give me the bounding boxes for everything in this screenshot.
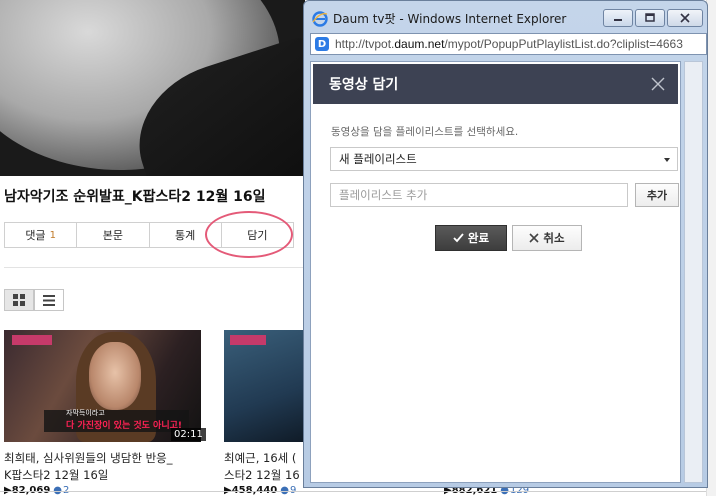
tab-stats[interactable]: 통계 (150, 223, 222, 247)
popup-scrollbar[interactable] (684, 61, 703, 483)
url-path: /mypot/PopupPutPlaylistList.do?cliplist=… (444, 37, 683, 51)
thumbnail-caption-bottom: 다 가진장이 있는 것도 아니고! (66, 421, 182, 431)
tab-comments-label: 댓글 (25, 229, 46, 242)
tab-save-label: 담기 (247, 229, 268, 242)
cancel-label: 취소 (543, 231, 565, 245)
video-title: 남자악기조 순위발표_K팝스타2 12월 16일 (4, 189, 266, 205)
tab-comments[interactable]: 댓글 1 (5, 223, 78, 247)
check-icon (453, 233, 464, 243)
cancel-button[interactable]: 취소 (512, 225, 582, 251)
list-icon (43, 294, 55, 306)
popup-content: 동영상 담기 동영상을 담을 플레이리스트를 선택하세요. 새 플레이리스트 추… (310, 61, 681, 483)
list-view-button[interactable] (34, 289, 64, 311)
maximize-icon (645, 13, 655, 22)
close-button[interactable] (667, 9, 703, 27)
video-thumbnail[interactable]: 자막득이라고 다 가진장이 있는 것도 아니고! (4, 330, 201, 442)
tab-body[interactable]: 본문 (77, 223, 150, 247)
page: 남자악기조 순위발표_K팝스타2 12월 16일 댓글 1 본문 통계 담기 자… (0, 0, 716, 496)
video-desc-line: K팝스타2 12월 16일 (4, 468, 109, 482)
dialog-header: 동영상 담기 (313, 64, 678, 104)
window-title: Daum tv팟 - Windows Internet Explorer (333, 12, 567, 26)
playlist-select[interactable]: 새 플레이리스트 (330, 147, 678, 171)
video-duration: 02:11 (171, 428, 206, 441)
grid-icon (13, 294, 25, 306)
window-controls (603, 9, 703, 27)
close-icon (529, 233, 539, 243)
comment-count: 1 (49, 229, 56, 241)
channel-logo (230, 335, 266, 345)
thumbnail-caption-top: 자막득이라고 (66, 409, 105, 417)
thumbnail-face (89, 342, 141, 410)
window-title-bar[interactable]: Daum tv팟 - Windows Internet Explorer (312, 10, 566, 27)
playlist-name-input[interactable] (330, 183, 628, 207)
ie-logo-icon (312, 10, 328, 27)
divider (0, 491, 716, 492)
chevron-down-icon (664, 158, 670, 162)
channel-logo (12, 335, 52, 345)
address-url: http://tvpot.daum.net/mypot/PopupPutPlay… (335, 37, 683, 51)
video-desc-line: 스타2 12월 16 (224, 468, 300, 482)
tab-body-label: 본문 (102, 229, 123, 242)
url-prefix: http://tvpot. (335, 37, 395, 51)
maximize-button[interactable] (635, 9, 665, 27)
ie-popup-window: Daum tv팟 - Windows Internet Explorer D h… (303, 0, 708, 488)
add-playlist-button[interactable]: 추가 (635, 183, 679, 207)
url-domain: daum.net (394, 37, 445, 51)
close-icon (680, 13, 690, 23)
video-thumbnail[interactable] (224, 330, 308, 442)
video-desc-line: 최예근, 16세 ( (224, 451, 297, 465)
video-player[interactable] (0, 0, 305, 176)
confirm-label: 완료 (467, 231, 490, 245)
address-bar[interactable]: D http://tvpot.daum.net/mypot/PopupPutPl… (310, 33, 707, 55)
video-desc[interactable]: 최예근, 16세 ( 스타2 12월 16 (224, 450, 300, 484)
daum-favicon-icon: D (315, 37, 329, 51)
tab-stats-label: 통계 (175, 229, 196, 242)
playlist-select-value: 새 플레이리스트 (339, 152, 417, 166)
confirm-button[interactable]: 완료 (435, 225, 507, 251)
tab-save[interactable]: 담기 (222, 223, 293, 247)
video-desc-line: 최희태, 심사위원들의 냉담한 반응_ (4, 451, 173, 465)
dialog-close-icon[interactable] (650, 76, 666, 92)
minimize-icon (614, 19, 622, 21)
video-tabs: 댓글 1 본문 통계 담기 (4, 222, 294, 248)
video-desc[interactable]: 최희태, 심사위원들의 냉담한 반응_ K팝스타2 12월 16일 (4, 450, 173, 484)
grid-view-button[interactable] (4, 289, 34, 311)
minimize-button[interactable] (603, 9, 633, 27)
dialog-title: 동영상 담기 (329, 77, 399, 93)
dialog-hint: 동영상을 담을 플레이리스트를 선택하세요. (331, 126, 519, 138)
divider (4, 267, 304, 268)
